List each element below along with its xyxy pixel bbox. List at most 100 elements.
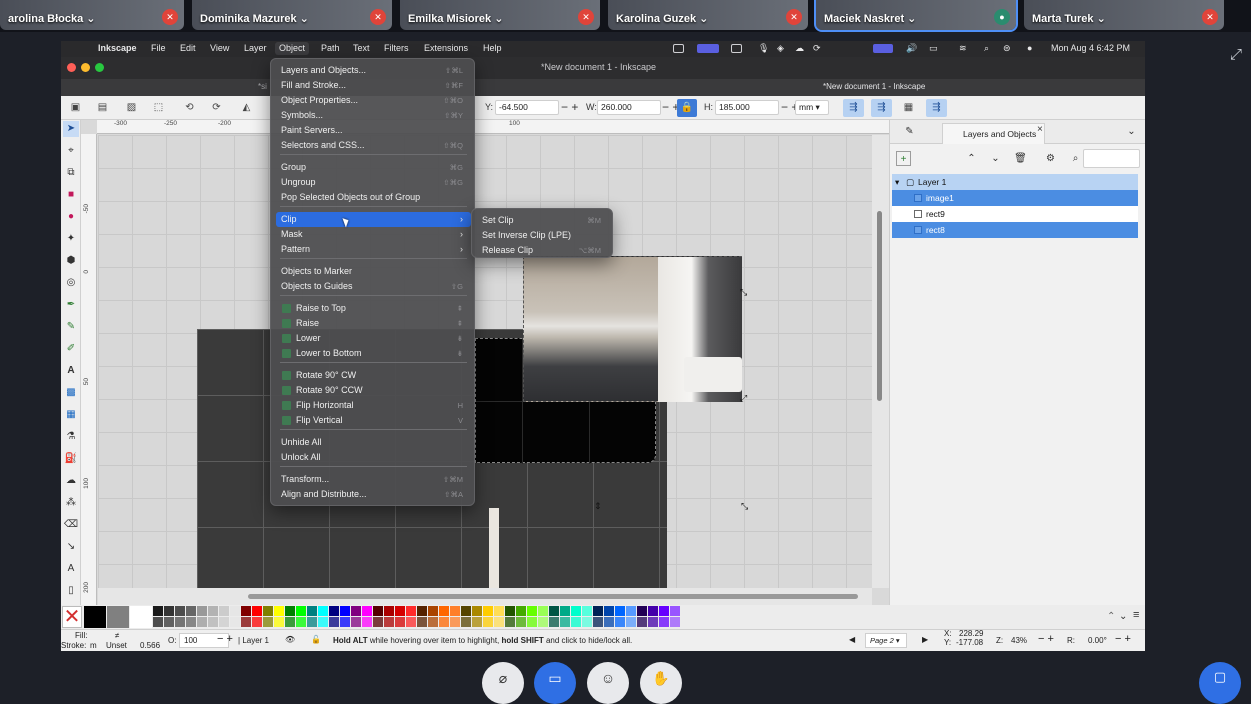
expand-arrow-icon[interactable]: ▾ [895, 174, 899, 190]
color-swatch[interactable] [461, 606, 471, 616]
color-swatch[interactable] [560, 617, 570, 627]
resize-handle-icon[interactable]: ⇕ [594, 501, 602, 512]
color-swatch[interactable] [659, 617, 669, 627]
object-menu-item[interactable]: Paint Servers... [276, 123, 471, 138]
select-all-icon[interactable]: ▣ [68, 100, 83, 115]
color-swatch[interactable] [626, 606, 636, 616]
color-swatch[interactable] [659, 606, 669, 616]
fill-indicator[interactable]: ≠ [115, 631, 119, 640]
edit-icon[interactable]: ✎ [902, 124, 917, 139]
object-menu-item[interactable]: Flip Horizontal H [276, 398, 471, 413]
settings-gear-icon[interactable]: ⚙ [1043, 151, 1058, 166]
color-swatch[interactable] [362, 617, 372, 627]
minimize-window-button[interactable] [81, 63, 90, 72]
color-swatch[interactable] [505, 617, 515, 627]
image1-object[interactable] [523, 256, 742, 402]
color-swatch[interactable] [164, 606, 174, 616]
layer-lock-icon[interactable]: 🔓 [311, 635, 321, 644]
select-same-icon[interactable]: ⬚ [151, 100, 166, 115]
no-paint-swatch[interactable]: ✕ [62, 606, 82, 628]
menu-edit[interactable]: Edit [180, 43, 196, 53]
layer-visibility-icon[interactable]: 👁 [285, 635, 295, 644]
gradient-tool-icon[interactable]: ▩ [63, 385, 79, 401]
wifi-icon[interactable]: ≋ [959, 43, 967, 54]
color-swatch[interactable] [582, 617, 592, 627]
object-menu-item[interactable]: Pattern › [276, 242, 471, 257]
object-menu-item[interactable]: Selectors and CSS... ⇧⌘Q [276, 138, 471, 153]
color-swatch[interactable] [164, 617, 174, 627]
object-menu-item[interactable]: Ungroup ⇧⌘G [276, 175, 471, 190]
zoom-stepper[interactable]: − + [1038, 633, 1054, 645]
tree-row-object[interactable]: image1 [892, 190, 1138, 206]
mic-tray-icon[interactable]: 🎙 [758, 43, 769, 54]
rotate-cw-icon[interactable]: ⟳ [209, 100, 224, 115]
color-swatch[interactable] [153, 617, 163, 627]
battery-icon[interactable]: ▭ [929, 43, 938, 54]
color-swatch[interactable] [285, 617, 295, 627]
move-up-icon[interactable]: ⌃ [964, 151, 979, 166]
participant-tile[interactable]: Karolina Guzek ⌄ ✕ [608, 0, 808, 30]
resize-handle-icon[interactable]: ⤢ [740, 393, 747, 404]
color-swatch[interactable] [318, 617, 328, 627]
meeting-tray-icon[interactable] [697, 44, 719, 53]
object-menu-item[interactable]: Align and Distribute... ⇧⌘A [276, 487, 471, 502]
measure-tool-icon[interactable]: A [63, 561, 79, 577]
object-menu-item[interactable]: Group ⌘G [276, 160, 471, 175]
resize-handle-icon[interactable]: ⤡ [740, 287, 747, 298]
ellipse-tool-icon[interactable]: ● [63, 209, 79, 225]
camera-icon[interactable]: ▭ [534, 662, 576, 704]
color-swatch[interactable] [230, 617, 240, 627]
object-menu-item[interactable]: Unlock All [276, 450, 471, 465]
color-swatch[interactable] [186, 606, 196, 616]
object-menu-item[interactable]: Raise ⇞ [276, 316, 471, 331]
color-swatch[interactable] [219, 606, 229, 616]
color-swatch[interactable] [153, 606, 163, 616]
spotlight-search-icon[interactable]: ⌕ [984, 43, 989, 54]
pencil-tool-icon[interactable]: ✎ [63, 319, 79, 335]
color-swatch[interactable] [615, 617, 625, 627]
document-tab-title[interactable]: *New document 1 - Inkscape [823, 82, 925, 91]
mesh-tool-icon[interactable]: ▦ [63, 407, 79, 423]
window-switch-icon[interactable] [873, 44, 893, 53]
color-swatch[interactable] [329, 606, 339, 616]
participant-tile[interactable]: Emilka Misiorek ⌄ ✕ [400, 0, 600, 30]
select-all-layers-icon[interactable]: ▤ [95, 100, 110, 115]
color-swatch[interactable] [329, 617, 339, 627]
page-next-icon[interactable]: ▶ [922, 635, 928, 644]
color-swatch[interactable] [593, 606, 603, 616]
object-menu-item[interactable]: Flip Vertical V [276, 413, 471, 428]
reactions-icon[interactable]: ☺ [587, 662, 629, 704]
color-swatch[interactable] [593, 617, 603, 627]
zoom-window-button[interactable] [95, 63, 104, 72]
color-swatch[interactable] [230, 606, 240, 616]
layer-dropdown[interactable]: | Layer 1 [238, 636, 269, 645]
control-center-icon[interactable]: ⊜ [1003, 43, 1011, 54]
object-menu-item[interactable]: Layers and Objects... ⇧⌘L [276, 63, 471, 78]
panel-menu-chevron-icon[interactable]: ⌄ [1124, 124, 1139, 139]
rotation-input[interactable]: 0.00° [1088, 636, 1107, 645]
color-swatch[interactable] [560, 606, 570, 616]
connector-tool-icon[interactable]: ↘ [63, 539, 79, 555]
color-swatch[interactable] [252, 617, 262, 627]
color-swatch[interactable] [219, 617, 229, 627]
sync-icon[interactable]: ⟳ [813, 43, 821, 54]
color-swatch[interactable] [384, 617, 394, 627]
color-swatch[interactable] [604, 606, 614, 616]
cloud-icon[interactable]: ☁ [795, 43, 804, 54]
stroke-width[interactable]: 0.566 [140, 641, 160, 650]
color-swatch[interactable] [252, 606, 262, 616]
search-icon[interactable]: ⌕ [1068, 151, 1083, 166]
vertical-scroll-thumb[interactable] [877, 211, 882, 401]
color-swatch[interactable] [527, 617, 537, 627]
camera-tray-icon[interactable] [731, 44, 742, 53]
color-swatch[interactable] [516, 606, 526, 616]
object-menu-item[interactable]: Lower to Bottom ⇟ [276, 346, 471, 361]
color-swatch[interactable] [538, 606, 548, 616]
color-swatch[interactable] [241, 617, 251, 627]
color-swatch[interactable] [208, 606, 218, 616]
object-menu-item[interactable]: Rotate 90° CW [276, 368, 471, 383]
rotate-ccw-icon[interactable]: ⟲ [182, 100, 197, 115]
volume-icon[interactable]: 🔊 [906, 43, 917, 54]
background-tab-title[interactable]: *si [258, 82, 267, 91]
flip-horizontal-icon[interactable]: ◭ [239, 100, 254, 115]
